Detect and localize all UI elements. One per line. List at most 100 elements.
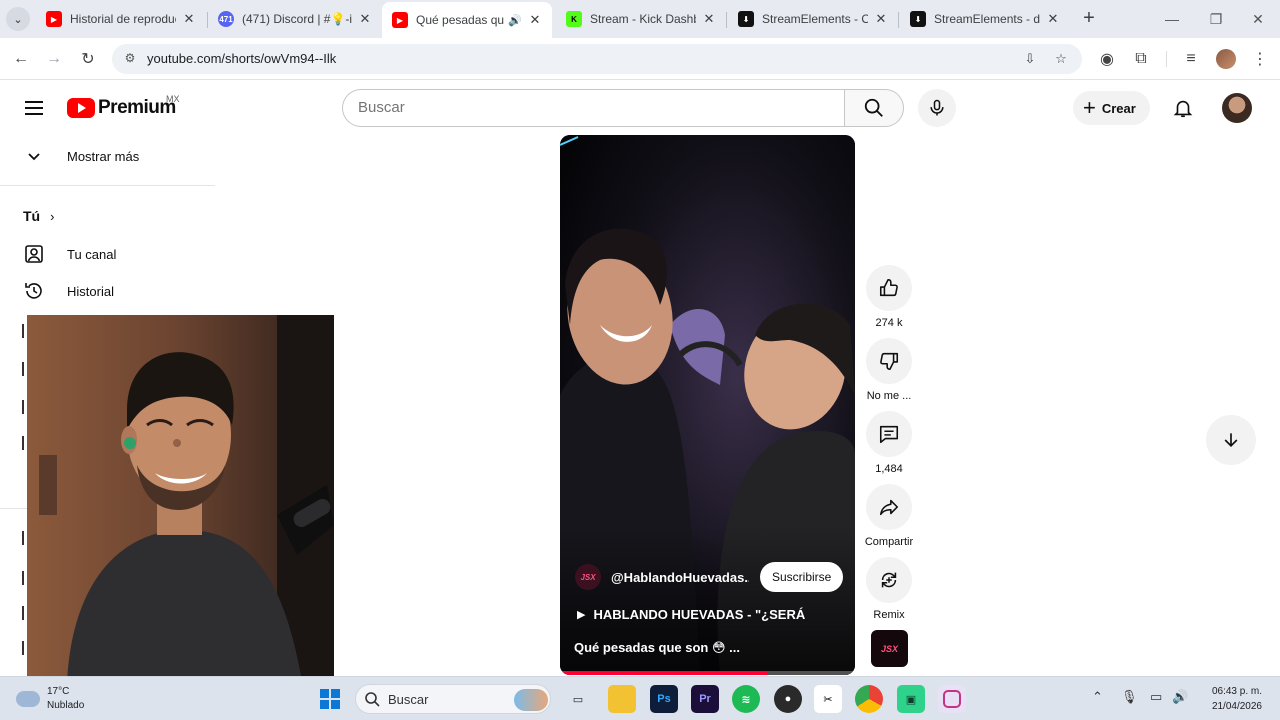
- task-view-icon[interactable]: ▭: [564, 685, 592, 713]
- subscribe-button[interactable]: Suscribirse: [760, 562, 844, 592]
- short-playlist-link[interactable]: ▶ HABLANDO HUEVADAS - "¿SERÁ: [577, 607, 805, 622]
- channel-avatar[interactable]: JSX: [575, 564, 601, 590]
- dislike-button[interactable]: [866, 338, 912, 384]
- voice-search-button[interactable]: [918, 89, 956, 127]
- search-button[interactable]: [844, 89, 904, 127]
- kick-favicon-icon: K: [566, 11, 582, 27]
- address-bar[interactable]: ⚙ youtube.com/shorts/owVm94--Ilk ⇩ ☆: [112, 44, 1082, 74]
- sidebar-divider: [0, 508, 27, 509]
- sound-thumbnail[interactable]: JSX: [871, 630, 908, 667]
- sidebar-section-you[interactable]: Tú ›: [23, 208, 54, 224]
- network-icon[interactable]: ▭: [1150, 689, 1162, 705]
- channel-handle[interactable]: @HablandoHuevadas...: [611, 570, 749, 585]
- tab-streamelements-overlays[interactable]: ⬇ StreamElements - Ov ✕: [728, 4, 898, 34]
- volume-icon[interactable]: 🔊: [1172, 689, 1188, 705]
- thumbs-down-icon: [880, 352, 899, 371]
- share-button[interactable]: [866, 484, 912, 530]
- close-tab-icon[interactable]: ✕: [1046, 11, 1060, 27]
- sidebar-item-your-channel[interactable]: Tu canal: [0, 235, 215, 273]
- close-window-button[interactable]: ✕: [1236, 0, 1280, 38]
- screen: ⌄ ▶ Historial de reproducc ✕ 471 (471) D…: [0, 0, 1280, 720]
- start-button[interactable]: [316, 685, 344, 713]
- capcut-icon[interactable]: ✂: [814, 685, 842, 713]
- tab-search-button[interactable]: ⌄: [6, 7, 30, 31]
- search-icon: [864, 98, 883, 117]
- streamelements-favicon-icon: ⬇: [738, 11, 754, 27]
- tab-title: StreamElements - Ov: [762, 12, 868, 26]
- tab-streamelements-dashboard[interactable]: ⬇ StreamElements - da ✕: [900, 4, 1070, 34]
- close-tab-icon[interactable]: ✕: [874, 11, 888, 27]
- remix-button[interactable]: [866, 557, 912, 603]
- arrow-down-icon: [1224, 433, 1238, 448]
- sidebar-item-history[interactable]: Historial: [0, 272, 215, 310]
- site-info-icon[interactable]: ⚙: [122, 51, 138, 67]
- remix-icon: [881, 572, 897, 588]
- history-icon: [23, 280, 45, 302]
- notifications-button[interactable]: [1170, 95, 1196, 121]
- remix-action: Remix: [864, 557, 914, 621]
- tab-kick[interactable]: K Stream - Kick Dashbo ✕: [556, 4, 726, 34]
- taskbar-search-label: Buscar: [388, 691, 429, 707]
- url-text: youtube.com/shorts/owVm94--Ilk: [147, 51, 337, 66]
- clock-date: 21/04/2026: [1211, 701, 1262, 712]
- sidebar-show-more[interactable]: Mostrar más: [0, 137, 215, 175]
- tab-current-short[interactable]: ▶ Qué pesadas que 🔊 ✕: [382, 2, 552, 38]
- like-count: 274 k: [875, 317, 903, 329]
- speaker-icon[interactable]: 🔊: [508, 14, 522, 27]
- instagram-app-icon[interactable]: [938, 685, 966, 713]
- windows-taskbar: 17°C Nublado Buscar ▭ Ps Pr ≋ ● ✂ ▣ ⌃ 🎙 …: [0, 676, 1280, 720]
- microphone-icon: [930, 99, 944, 116]
- weather-widget[interactable]: 17°C Nublado: [16, 685, 84, 713]
- close-tab-icon[interactable]: ✕: [702, 11, 716, 27]
- forward-button[interactable]: →: [41, 46, 67, 72]
- install-app-icon[interactable]: ⇩: [1020, 49, 1040, 69]
- sidebar-divider: [0, 185, 215, 186]
- streaming-app-icon[interactable]: ▣: [897, 685, 925, 713]
- shorts-player[interactable]: JSX @HablandoHuevadas... Suscribirse ▶ H…: [560, 135, 855, 675]
- sidebar-item-label: Historial: [67, 283, 114, 299]
- create-button[interactable]: + Crear: [1073, 91, 1150, 125]
- restore-button[interactable]: ❐: [1194, 0, 1238, 38]
- like-button[interactable]: [866, 265, 912, 311]
- share-arrow-icon: [879, 499, 899, 516]
- tab-history[interactable]: ▶ Historial de reproducc ✕: [36, 4, 206, 34]
- bookmark-star-icon[interactable]: ☆: [1051, 49, 1071, 69]
- close-tab-icon[interactable]: ✕: [358, 11, 372, 27]
- back-button[interactable]: ←: [8, 46, 34, 72]
- account-avatar[interactable]: [1222, 93, 1252, 123]
- microphone-tray-icon[interactable]: 🎙: [1121, 689, 1138, 705]
- cloud-icon: [16, 691, 40, 707]
- extension-icon[interactable]: ◉: [1094, 46, 1120, 72]
- tab-discord[interactable]: 471 (471) Discord | #💡-i ✕: [208, 4, 382, 34]
- photoshop-icon[interactable]: Ps: [650, 685, 678, 713]
- youtube-logo[interactable]: Premium: [67, 97, 176, 119]
- create-label: Crear: [1101, 100, 1136, 116]
- taskbar-search[interactable]: Buscar: [355, 684, 551, 714]
- next-short-button[interactable]: [1206, 415, 1256, 465]
- reload-button[interactable]: ↻: [75, 46, 101, 72]
- close-tab-icon[interactable]: ✕: [182, 11, 196, 27]
- media-control-icon[interactable]: ≡: [1178, 46, 1204, 72]
- chrome-icon[interactable]: [855, 685, 883, 713]
- short-progress-bar[interactable]: [560, 671, 855, 675]
- taskbar-clock[interactable]: 06:43 p. m. 21/04/2026: [1196, 684, 1262, 714]
- youtube-play-icon: [67, 98, 95, 118]
- short-caption[interactable]: Qué pesadas que son 😳 ...: [574, 640, 740, 656]
- file-explorer-icon[interactable]: [608, 685, 636, 713]
- close-tab-icon[interactable]: ✕: [528, 12, 542, 28]
- show-hidden-icons[interactable]: ⌃: [1092, 689, 1103, 705]
- premiere-icon[interactable]: Pr: [691, 685, 719, 713]
- browser-menu-icon[interactable]: ⋮: [1247, 46, 1273, 72]
- like-action: 274 k: [864, 265, 914, 329]
- comments-button[interactable]: [866, 411, 912, 457]
- comments-action: 1,484: [864, 411, 914, 475]
- browser-profile-avatar[interactable]: [1216, 49, 1236, 69]
- extensions-puzzle-icon[interactable]: ⧉: [1128, 46, 1154, 72]
- new-tab-button[interactable]: +: [1078, 8, 1100, 30]
- search-input[interactable]: [358, 99, 828, 116]
- chevron-right-icon: ›: [50, 208, 55, 224]
- spotify-icon[interactable]: ≋: [732, 685, 760, 713]
- guide-menu-icon[interactable]: [22, 97, 46, 119]
- minimize-button[interactable]: —: [1150, 0, 1194, 38]
- obs-icon[interactable]: ●: [774, 685, 802, 713]
